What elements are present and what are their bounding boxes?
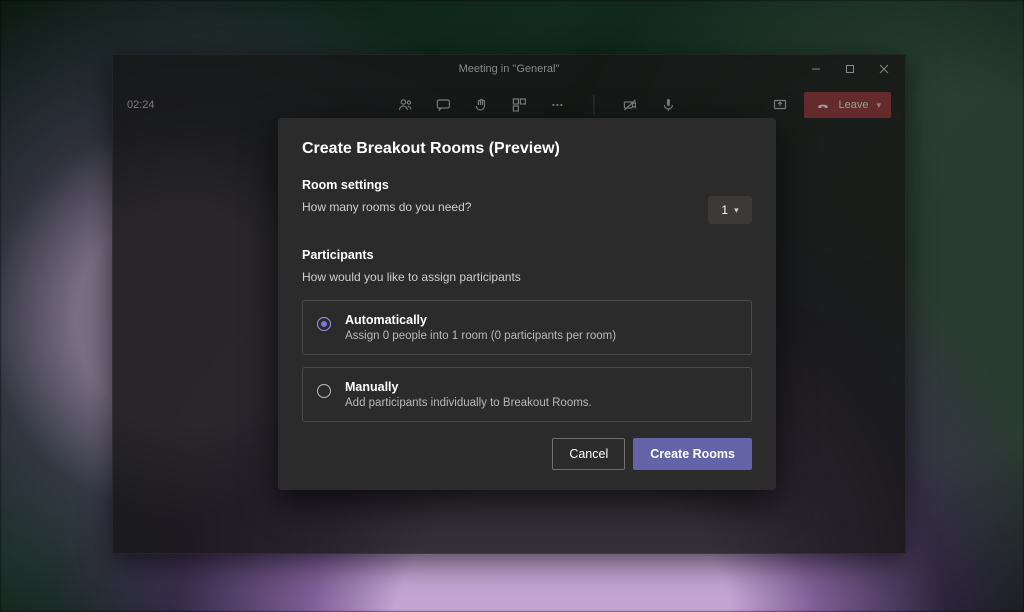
participants-question: How would you like to assign participant… bbox=[302, 270, 752, 284]
window-controls bbox=[799, 55, 901, 83]
window-close-button[interactable] bbox=[867, 55, 901, 83]
cancel-button[interactable]: Cancel bbox=[552, 438, 625, 470]
hangup-icon bbox=[816, 98, 830, 115]
radio-unselected-icon bbox=[317, 384, 331, 398]
radio-selected-icon bbox=[317, 317, 331, 331]
create-rooms-button[interactable]: Create Rooms bbox=[633, 438, 752, 470]
window-minimize-button[interactable] bbox=[799, 55, 833, 83]
toolbar-separator bbox=[593, 95, 594, 115]
option-auto-sub: Assign 0 people into 1 room (0 participa… bbox=[345, 330, 616, 342]
option-auto-title: Automatically bbox=[345, 313, 616, 327]
chevron-down-icon: ▾ bbox=[734, 205, 739, 216]
mic-icon[interactable] bbox=[660, 97, 676, 113]
room-count-value: 1 bbox=[721, 203, 728, 217]
room-count-question: How many rooms do you need? bbox=[302, 200, 708, 214]
participants-label: Participants bbox=[302, 248, 752, 262]
titlebar: Meeting in "General" bbox=[113, 55, 905, 83]
breakout-rooms-icon[interactable] bbox=[511, 97, 527, 113]
participants-icon[interactable] bbox=[397, 97, 413, 113]
toolbar-right: Leave ▾ bbox=[772, 92, 891, 118]
option-manually[interactable]: Manually Add participants individually t… bbox=[302, 367, 752, 422]
dialog-actions: Cancel Create Rooms bbox=[302, 438, 752, 470]
toolbar-center-icons bbox=[397, 95, 676, 115]
dialog-title: Create Breakout Rooms (Preview) bbox=[302, 140, 752, 158]
option-manual-sub: Add participants individually to Breakou… bbox=[345, 397, 592, 409]
window-maximize-button[interactable] bbox=[833, 55, 867, 83]
create-breakout-rooms-dialog: Create Breakout Rooms (Preview) Room set… bbox=[278, 118, 776, 490]
leave-label: Leave bbox=[838, 99, 868, 111]
option-manual-title: Manually bbox=[345, 380, 592, 394]
share-icon[interactable] bbox=[772, 97, 788, 113]
chevron-down-icon: ▾ bbox=[876, 100, 881, 111]
more-actions-icon[interactable] bbox=[549, 97, 565, 113]
window-title: Meeting in "General" bbox=[459, 63, 560, 75]
meeting-timer: 02:24 bbox=[127, 99, 155, 111]
option-automatically[interactable]: Automatically Assign 0 people into 1 roo… bbox=[302, 300, 752, 355]
raise-hand-icon[interactable] bbox=[473, 97, 489, 113]
camera-off-icon[interactable] bbox=[622, 97, 638, 113]
room-settings-label: Room settings bbox=[302, 178, 708, 192]
chat-icon[interactable] bbox=[435, 97, 451, 113]
leave-button[interactable]: Leave ▾ bbox=[804, 92, 891, 118]
room-count-select[interactable]: 1 ▾ bbox=[708, 196, 752, 224]
